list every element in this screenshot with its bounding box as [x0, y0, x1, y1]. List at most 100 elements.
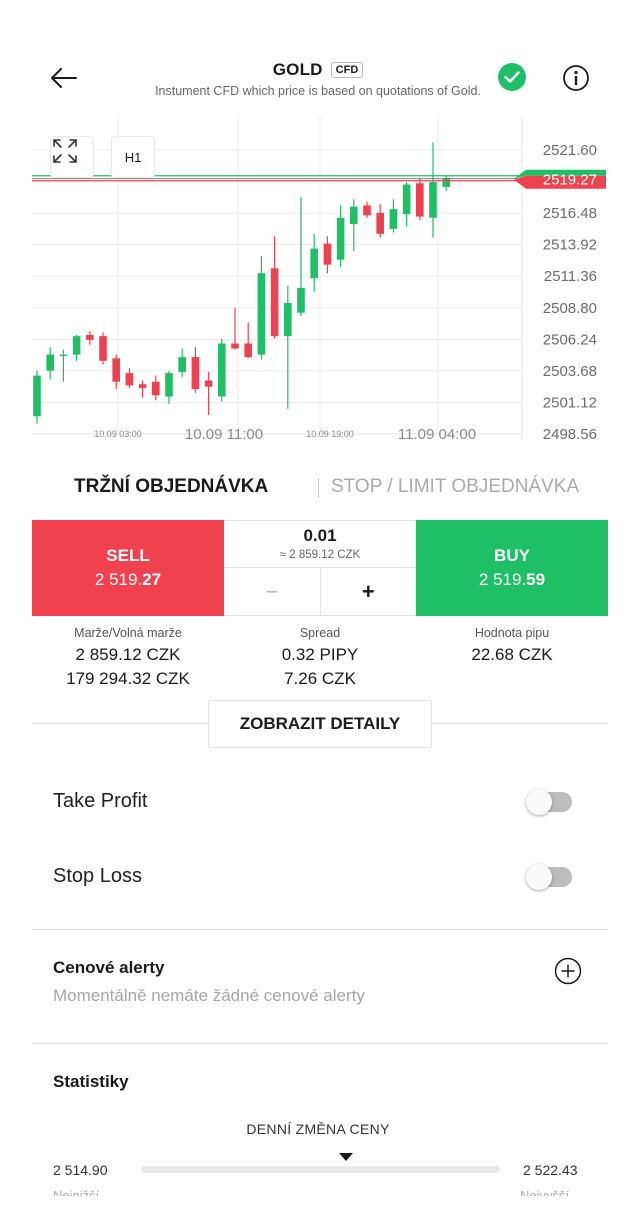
- candle-body: [244, 343, 252, 358]
- candle-body: [270, 268, 279, 337]
- daily-low-label: Nejnižší: [53, 1188, 100, 1196]
- daily-high-label: Nejvyšší: [520, 1188, 570, 1196]
- margin-label: Marže/Volná marže: [74, 626, 182, 640]
- tab-stop-limit-order[interactable]: STOP / LIMIT OBJEDNÁVKA: [331, 476, 579, 498]
- candle-body: [416, 183, 424, 217]
- y-tick-label: 2511.36: [544, 268, 597, 285]
- expand-icon: [53, 139, 77, 163]
- stop-loss-toggle[interactable]: [526, 864, 572, 890]
- candle-body: [59, 354, 68, 357]
- candle-body: [297, 288, 305, 313]
- x-tick-label: 10.09 19:00: [306, 429, 354, 439]
- spread-info: Spread 0.32 PIPY 7.26 CZK: [224, 626, 416, 689]
- y-tick-label: 2501.12: [543, 394, 597, 411]
- volume-stepper: 0.01 ≈ 2 859.12 CZK − +: [224, 520, 416, 616]
- candle-body: [152, 381, 160, 396]
- candle-body: [46, 354, 54, 371]
- cfd-badge: CFD: [330, 62, 364, 78]
- candle-body: [178, 357, 186, 372]
- candle-body: [204, 380, 213, 387]
- buy-button[interactable]: BUY 2 519.59: [416, 520, 608, 616]
- price-alerts-title: Cenové alerty: [53, 958, 165, 977]
- candle-body: [376, 212, 384, 234]
- candle-body: [389, 209, 398, 229]
- statistics-section: Statistiky: [53, 1072, 129, 1092]
- tab-market-order[interactable]: TRŽNÍ OBJEDNÁVKA: [74, 476, 268, 498]
- x-tick-label: 11.09 04:00: [398, 426, 476, 443]
- candle-body: [442, 178, 450, 187]
- candle-body: [429, 182, 437, 218]
- volume-increase-button[interactable]: +: [321, 568, 417, 615]
- stop-loss-row: Stop Loss: [53, 857, 583, 897]
- candle-body: [218, 343, 226, 397]
- candle-body: [33, 375, 41, 417]
- volume-value: 0.01: [303, 526, 337, 545]
- candle-body: [336, 217, 345, 260]
- order-type-tabs: TRŽNÍ OBJEDNÁVKA STOP / LIMIT OBJEDNÁVKA: [0, 470, 636, 506]
- daily-low-value: 2 514.90: [53, 1162, 108, 1178]
- price-chart[interactable]: 2521.60 2516.48 2513.92 2511.36 2508.80 2506.…: [0, 118, 636, 458]
- y-tick-label: 2498.56: [543, 426, 597, 443]
- free-margin-value: 179 294.32 CZK: [66, 669, 190, 688]
- current-price-label: 2519.27: [543, 172, 597, 189]
- buy-price: 2 519.59: [478, 570, 546, 589]
- header: GOLD CFD Instument CFD which price is ba…: [0, 48, 636, 108]
- candle-body: [363, 205, 371, 216]
- fullscreen-button[interactable]: [50, 136, 94, 178]
- info-button[interactable]: [561, 63, 591, 93]
- show-details-button[interactable]: ZOBRAZIT DETAILY: [208, 700, 432, 748]
- divider: [32, 1043, 608, 1044]
- candle-body: [72, 336, 81, 355]
- spread-pips: 0.32 PIPY: [281, 645, 359, 664]
- y-tick-label: 2506.24: [543, 331, 597, 348]
- y-tick-label: 2516.48: [543, 205, 597, 222]
- market-open-check-icon: [498, 63, 526, 91]
- tab-divider: [318, 478, 319, 498]
- daily-range-bar: [141, 1166, 500, 1173]
- daily-range-title: DENNÍ ZMĚNA CENY: [246, 1121, 390, 1137]
- stop-loss-label: Stop Loss: [53, 865, 142, 887]
- candle-body: [165, 373, 173, 397]
- trade-panel: SELL 2 519.27 0.01 ≈ 2 859.12 CZK − + BU…: [32, 520, 608, 616]
- price-alerts-empty-text: Momentálně nemáte žádné cenové alerty: [53, 986, 365, 1005]
- candle-body: [99, 336, 107, 361]
- y-tick-label: 2503.68: [543, 363, 597, 380]
- x-tick-label: 10.09 03:00: [94, 429, 142, 439]
- order-info: Marže/Volná marže 2 859.12 CZK 179 294.3…: [32, 626, 608, 689]
- spread-label: Spread: [299, 626, 341, 640]
- candle-body: [125, 373, 134, 386]
- spread-czk: 7.26 CZK: [284, 669, 356, 688]
- instrument-title-block: GOLD CFD Instument CFD which price is ba…: [0, 60, 636, 98]
- add-alert-button[interactable]: [554, 957, 582, 985]
- take-profit-label: Take Profit: [53, 790, 148, 812]
- instrument-subtitle: Instument CFD which price is based on qu…: [155, 84, 481, 98]
- timeframe-button[interactable]: H1: [111, 136, 155, 178]
- buy-label: BUY: [494, 546, 530, 565]
- y-tick-label: 2521.60: [543, 142, 597, 159]
- daily-high-value: 2 522.43: [523, 1162, 578, 1178]
- candle-body: [191, 357, 200, 390]
- sell-label: SELL: [106, 546, 150, 565]
- pip-value: 22.68 CZK: [471, 645, 553, 664]
- take-profit-row: Take Profit: [53, 782, 583, 822]
- candlestick-chart: 2521.60 2516.48 2513.92 2511.36 2508.80 2506.…: [32, 118, 606, 443]
- y-tick-label: 2513.92: [543, 237, 597, 254]
- candle-body: [323, 243, 332, 265]
- x-tick-label: 10.09 11:00: [185, 426, 263, 443]
- divider: [32, 929, 608, 930]
- sell-button[interactable]: SELL 2 519.27: [32, 520, 224, 616]
- statistics-title: Statistiky: [53, 1072, 129, 1091]
- plus-circle-icon: [554, 957, 582, 985]
- margin-info: Marže/Volná marže 2 859.12 CZK 179 294.3…: [32, 626, 224, 689]
- volume-display[interactable]: 0.01 ≈ 2 859.12 CZK: [224, 521, 416, 568]
- info-icon: [563, 65, 589, 91]
- candle-body: [138, 384, 147, 388]
- take-profit-toggle[interactable]: [526, 789, 572, 815]
- volume-decrease-button[interactable]: −: [224, 568, 321, 615]
- candle-body: [112, 358, 120, 382]
- candle-body: [284, 302, 292, 337]
- candle-body: [402, 184, 411, 215]
- instrument-title: GOLD: [272, 60, 323, 79]
- margin-value: 2 859.12 CZK: [75, 645, 181, 664]
- y-tick-label: 2508.80: [543, 300, 597, 317]
